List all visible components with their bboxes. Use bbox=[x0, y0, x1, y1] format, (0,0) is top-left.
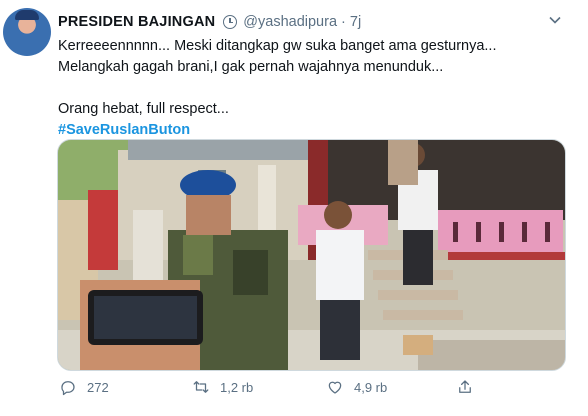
author-name[interactable]: PRESIDEN BAJINGAN bbox=[58, 14, 215, 30]
header-separator: · bbox=[341, 14, 346, 30]
tweet-line-2: Melangkah gagah brani,I gak pernah wajah… bbox=[58, 59, 444, 75]
share-button[interactable] bbox=[456, 378, 474, 396]
tweet-photo[interactable] bbox=[57, 139, 566, 371]
tweet-line-1: Kerreeeennnnn... Meski ditangkap gw suka… bbox=[58, 38, 497, 54]
share-icon bbox=[459, 380, 471, 393]
like-count: 4,9 rb bbox=[354, 379, 388, 395]
line-break bbox=[58, 78, 558, 99]
retweet-button[interactable]: 1,2 rb bbox=[192, 378, 253, 396]
hashtag-link[interactable]: #SaveRuslanButon bbox=[58, 120, 558, 141]
like-button[interactable]: 4,9 rb bbox=[326, 378, 387, 396]
tweet-time[interactable]: 7j bbox=[350, 14, 361, 30]
retweet-icon bbox=[193, 381, 209, 393]
author-avatar[interactable] bbox=[3, 8, 51, 56]
more-options-chevron-icon[interactable] bbox=[548, 13, 562, 27]
tweet-line-3: Orang hebat, full respect... bbox=[58, 101, 229, 117]
tweet-card[interactable]: PRESIDEN BAJINGAN @yashadipura · 7j Kerr… bbox=[0, 0, 588, 416]
tweet-text: Kerreeeennnnn... Meski ditangkap gw suka… bbox=[58, 36, 558, 141]
photo-scene bbox=[58, 140, 565, 370]
reply-button[interactable]: 272 bbox=[59, 378, 109, 396]
reply-count: 272 bbox=[87, 379, 109, 395]
author-handle[interactable]: @yashadipura bbox=[243, 14, 337, 30]
tweet-header: PRESIDEN BAJINGAN @yashadipura · 7j bbox=[58, 11, 361, 33]
tweet-actions: 272 1,2 rb 4,9 rb bbox=[58, 378, 558, 400]
retweet-count: 1,2 rb bbox=[220, 379, 254, 395]
heart-icon bbox=[328, 381, 342, 394]
reply-icon bbox=[61, 381, 75, 396]
clock-icon bbox=[223, 15, 238, 29]
